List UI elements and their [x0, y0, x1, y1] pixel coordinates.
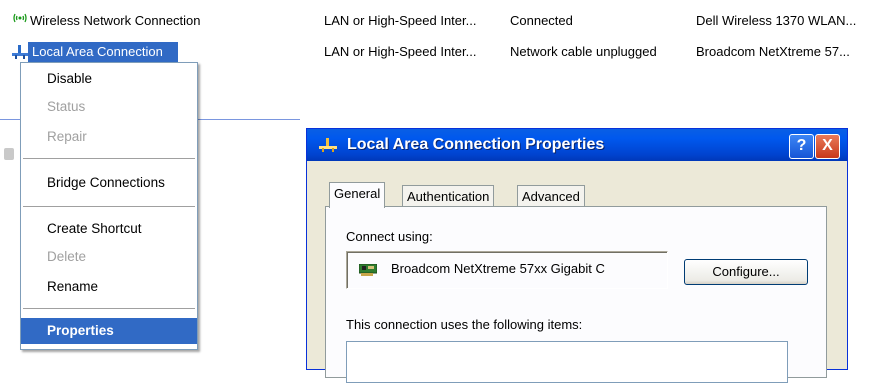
- menu-item-bridge-connections[interactable]: Bridge Connections: [21, 170, 197, 196]
- adapter-field: Broadcom NetXtreme 57xx Gigabit C: [346, 251, 668, 289]
- network-cable-icon: [317, 137, 339, 156]
- connection-name: Wireless Network Connection: [30, 13, 201, 28]
- items-list[interactable]: [346, 341, 788, 383]
- network-adapter-icon: [358, 263, 378, 279]
- menu-item-create-shortcut[interactable]: Create Shortcut: [21, 216, 197, 242]
- context-menu: Disable Status Repair Bridge Connections…: [20, 62, 198, 350]
- connection-device: Broadcom NetXtreme 57...: [696, 44, 850, 59]
- faded-item-icon: [4, 148, 14, 160]
- properties-dialog: Local Area Connection Properties ? X Gen…: [306, 128, 848, 383]
- menu-item-delete: Delete: [47, 249, 87, 264]
- network-cable-icon: [10, 44, 30, 63]
- connection-type: LAN or High-Speed Inter...: [324, 13, 477, 28]
- menu-item-disable[interactable]: Disable: [21, 66, 197, 92]
- menu-item-rename[interactable]: Rename: [21, 274, 197, 300]
- connection-device: Dell Wireless 1370 WLAN...: [696, 13, 857, 28]
- items-label: This connection uses the following items…: [346, 317, 583, 332]
- tab-authentication[interactable]: Authentication: [402, 185, 495, 208]
- connect-using-label: Connect using:: [346, 229, 433, 244]
- dialog-titlebar[interactable]: Local Area Connection Properties ? X: [307, 129, 847, 161]
- tab-advanced[interactable]: Advanced: [517, 185, 585, 208]
- general-tab-panel: Connect using: Broadcom NetXtreme 57xx G…: [325, 206, 827, 383]
- connection-status: Connected: [510, 13, 573, 28]
- connection-name: Local Area Connection: [32, 44, 163, 59]
- menu-separator: [23, 206, 195, 207]
- menu-separator: [23, 158, 195, 159]
- tab-general[interactable]: General: [329, 182, 386, 208]
- menu-item-status: Status: [47, 99, 86, 114]
- connection-status: Network cable unplugged: [510, 44, 657, 59]
- connection-type: LAN or High-Speed Inter...: [324, 44, 477, 59]
- menu-separator: [23, 308, 195, 309]
- configure-button[interactable]: Configure...: [684, 259, 808, 285]
- menu-item-properties[interactable]: Properties: [21, 318, 197, 344]
- menu-item-repair: Repair: [47, 129, 87, 144]
- adapter-name: Broadcom NetXtreme 57xx Gigabit C: [391, 261, 605, 276]
- wireless-signal-icon: [12, 12, 28, 29]
- close-button[interactable]: X: [815, 134, 840, 159]
- dialog-title: Local Area Connection Properties: [347, 136, 605, 153]
- help-button[interactable]: ?: [789, 134, 814, 159]
